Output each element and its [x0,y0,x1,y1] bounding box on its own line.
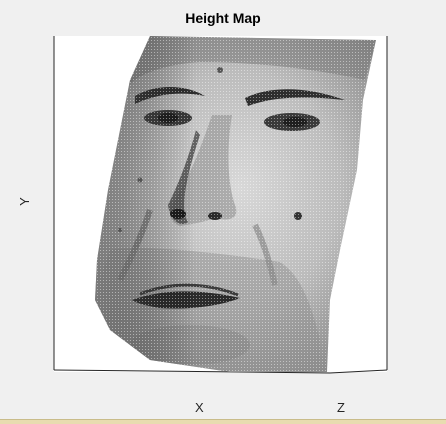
z-axis-label: Z [337,400,345,415]
figure-window: Height Map Y X Z [0,0,446,424]
x-axis-label: X [195,400,204,415]
status-strip [0,419,446,424]
plot-area[interactable] [0,0,446,424]
y-axis-label: Y [16,197,32,206]
